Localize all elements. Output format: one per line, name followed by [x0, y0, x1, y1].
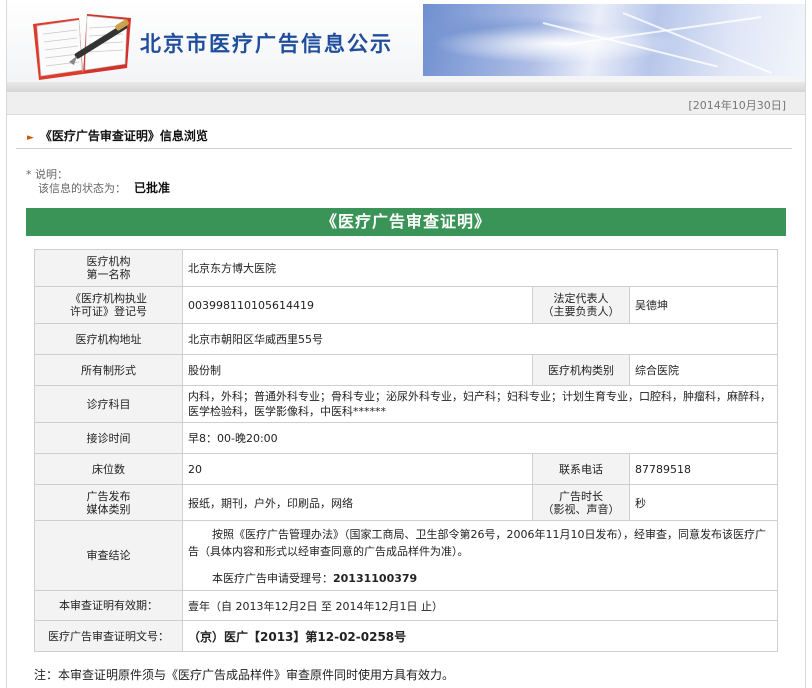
beds-label: 床位数 — [34, 453, 183, 485]
doc-no-label: 医疗广告审查证明文号： — [34, 620, 183, 652]
duration-value: 秒 — [629, 484, 778, 521]
institution-name-label: 医疗机构 第一名称 — [34, 249, 183, 287]
banner-decoration — [423, 4, 805, 76]
duration-label: 广告时长 （影视、声音） — [532, 484, 630, 521]
status-value: 已批准 — [134, 181, 171, 195]
bullet-arrow-icon: ► — [27, 133, 34, 143]
table-row: 床位数 20 联系电话 87789518 — [34, 453, 778, 485]
license-value: 003998110105614419 — [182, 286, 533, 324]
media-label: 广告发布 媒体类别 — [34, 484, 183, 521]
table-row: 诊疗科目 内科，外科；普通外科专业；骨科专业；泌尿外科专业，妇产科；妇科专业；计… — [34, 385, 778, 423]
legal-rep-label: 法定代表人 （主要负责人） — [532, 286, 630, 324]
license-label: 《医疗机构执业 许可证》登记号 — [34, 286, 183, 324]
conclusion-value: 按照《医疗广告管理办法》（国家工商局、卫生部令第26号，2006年11月10日发… — [182, 520, 778, 591]
certificate-table: 医疗机构 第一名称 北京东方博大医院 《医疗机构执业 许可证》登记号 00399… — [34, 249, 778, 652]
departments-label: 诊疗科目 — [34, 385, 183, 423]
table-row: 审查结论 按照《医疗广告管理办法》（国家工商局、卫生部令第26号，2006年11… — [34, 520, 778, 591]
application-number: 本医疗广告申请受理号：20131100379 — [212, 571, 418, 585]
book-and-pen-logo — [33, 14, 131, 80]
table-row: 《医疗机构执业 许可证》登记号 003998110105614419 法定代表人… — [34, 286, 778, 324]
phone-label: 联系电话 — [532, 453, 630, 485]
page-frame-right — [805, 0, 806, 688]
footnote: 注：本审查证明原件须与《医疗广告成品样件》审查原件同时使用方具有效力。 — [34, 668, 455, 682]
conclusion-label: 审查结论 — [34, 520, 183, 591]
status-line: 该信息的状态为： 已批准 — [38, 179, 170, 196]
media-value: 报纸，期刊，户外，印刷品，网络 — [182, 484, 533, 521]
table-row: 广告发布 媒体类别 报纸，期刊，户外，印刷品，网络 广告时长 （影视、声音） 秒 — [34, 484, 778, 521]
table-row: 接诊时间 早8：00-晚20:00 — [34, 422, 778, 454]
site-title: 北京市医疗广告信息公示 — [140, 32, 393, 56]
validity-value: 壹年（自 2013年12月2日 至 2014年12月1日 止） — [182, 590, 778, 621]
departments-value: 内科，外科；普通外科专业；骨科专业；泌尿外科专业，妇产科；妇科专业；计划生育专业… — [182, 385, 778, 423]
asterisk-icon: * — [26, 168, 32, 181]
legal-rep-value: 吴德坤 — [629, 286, 778, 324]
date-bar — [7, 92, 805, 115]
ownership-value: 股份制 — [182, 354, 533, 386]
beds-value: 20 — [182, 453, 533, 485]
hours-label: 接诊时间 — [34, 422, 183, 454]
table-row: 医疗机构 第一名称 北京东方博大医院 — [34, 249, 778, 287]
category-value: 综合医院 — [629, 354, 778, 386]
institution-name-value: 北京东方博大医院 — [182, 249, 778, 287]
header-divider — [7, 82, 805, 92]
address-value: 北京市朝阳区华威西里55号 — [182, 323, 778, 355]
certificate-title: 《医疗广告审查证明》 — [26, 208, 786, 236]
status-label: 该信息的状态为： — [38, 182, 126, 195]
page-title-text: 《医疗广告审查证明》信息浏览 — [39, 129, 208, 143]
table-row: 本审查证明有效期： 壹年（自 2013年12月2日 至 2014年12月1日 止… — [34, 590, 778, 621]
table-row: 所有制形式 股份制 医疗机构类别 综合医院 — [34, 354, 778, 386]
doc-no-value: （京）医广【2013】第12-02-0258号 — [182, 620, 778, 652]
validity-label: 本审查证明有效期： — [34, 590, 183, 621]
conclusion-text: 按照《医疗广告管理办法》（国家工商局、卫生部令第26号，2006年11月10日发… — [188, 527, 766, 558]
ownership-label: 所有制形式 — [34, 354, 183, 386]
table-row: 医疗广告审查证明文号： （京）医广【2013】第12-02-0258号 — [34, 620, 778, 652]
hours-value: 早8：00-晚20:00 — [182, 422, 778, 454]
page-title: ► 《医疗广告审查证明》信息浏览 — [27, 127, 208, 144]
publish-date: [2014年10月30日] — [688, 99, 786, 112]
heading-divider — [16, 148, 792, 149]
address-label: 医疗机构地址 — [34, 323, 183, 355]
table-row: 医疗机构地址 北京市朝阳区华威西里55号 — [34, 323, 778, 355]
site-banner: 北京市医疗广告信息公示 — [7, 0, 805, 82]
category-label: 医疗机构类别 — [532, 354, 630, 386]
phone-value: 87789518 — [629, 453, 778, 485]
